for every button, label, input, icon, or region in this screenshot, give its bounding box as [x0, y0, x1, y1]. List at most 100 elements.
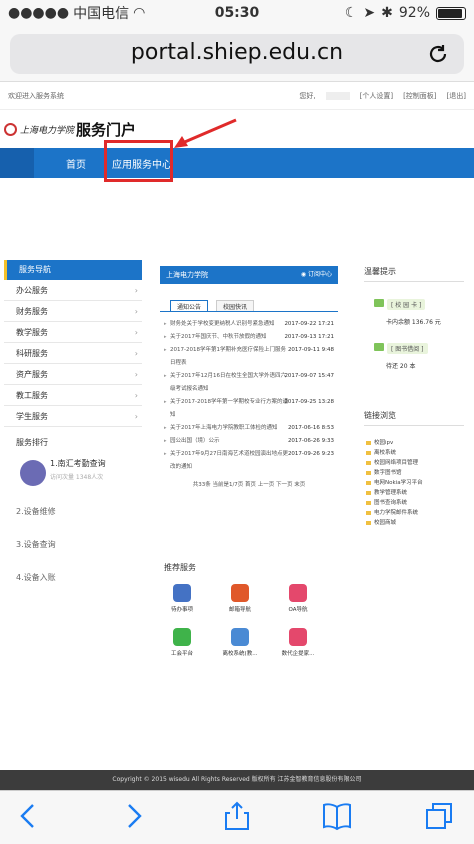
- battery-icon: [436, 6, 466, 20]
- rank-item-name: 1.南汇考勤查询: [50, 459, 106, 468]
- news-date: 2017-09-11 9:48: [287, 347, 334, 353]
- bookmarks-icon[interactable]: [322, 801, 352, 831]
- sidebar-item-label: 学生服务: [16, 412, 48, 421]
- app-tile[interactable]: 邮箱导航: [218, 584, 262, 613]
- app-name: 邮箱导航: [228, 607, 251, 613]
- campus-card[interactable]: [ 校 园 卡 ] 卡内余额 136.76 元: [364, 292, 464, 326]
- campus-card-label: [ 校 园 卡 ]: [387, 299, 426, 310]
- app-tile[interactable]: OA导航: [276, 584, 320, 613]
- tab-campus-news[interactable]: 校园快讯: [216, 300, 255, 311]
- chevron-right-icon: ›: [134, 412, 138, 421]
- link-item[interactable]: 校园商城: [364, 518, 464, 528]
- news-item[interactable]: 2017-2018学年第1学期补充医疗保险上门服务日程表2017-09-11 9…: [164, 344, 334, 370]
- app-icon: [173, 628, 191, 646]
- sidebar-item-research[interactable]: 科研服务 ›: [4, 343, 142, 364]
- rank-item-1[interactable]: 1.南汇考勤查询 访问次量 1348人次: [4, 458, 142, 496]
- sidebar-item-label: 教学服务: [16, 328, 48, 337]
- link-item[interactable]: 图书查询系统: [364, 498, 464, 508]
- sidebar-item-teaching[interactable]: 教学服务 ›: [4, 322, 142, 343]
- news-item[interactable]: 关于2017年9月27日南海艺术道校园演出地点更改的通知2017-09-26 9…: [164, 448, 334, 474]
- news-item[interactable]: 关于2017年上海电力学院教职工体检的通知 2017-06-16 8:53: [164, 422, 334, 435]
- app-tile[interactable]: 离校系统(教...: [218, 628, 262, 657]
- news-date: 2017-09-13 17:21: [284, 334, 334, 340]
- card-icon: [374, 298, 384, 307]
- sidebar-title: 服务导航: [4, 260, 142, 280]
- sidebar-item-label: 资产服务: [16, 370, 48, 379]
- attendance-icon: [20, 460, 46, 486]
- news-item[interactable]: 关于2017年12月16日在校生全国大学外语四六级考试报名通知2017-09-0…: [164, 370, 334, 396]
- nav-left-accent: [0, 148, 34, 178]
- nav-home[interactable]: 首页: [66, 156, 86, 171]
- rank-item-4[interactable]: 4.设备入账: [4, 572, 142, 583]
- news-panel: 上海电力学院 ◉ 订阅中心 通知公告 校园快讯 财务处关于学校变更纳税人识别号紧…: [160, 266, 338, 657]
- app-name: 数代企提家...: [281, 651, 315, 657]
- app-tile[interactable]: 数代企提家...: [276, 628, 320, 657]
- sidebar-item-label: 科研服务: [16, 349, 48, 358]
- annotation-arrow-icon: [174, 118, 237, 148]
- link-item[interactable]: 电力学院邮件系统: [364, 508, 464, 518]
- chevron-right-icon: ›: [134, 391, 138, 400]
- link-item[interactable]: 离校系统: [364, 448, 464, 458]
- rank-item-2[interactable]: 2.设备维修: [4, 506, 142, 517]
- school-name: 上海电力学院: [20, 125, 75, 136]
- link-item[interactable]: 教学管理系统: [364, 488, 464, 498]
- sidebar-item-student[interactable]: 学生服务 ›: [4, 406, 142, 427]
- chevron-right-icon: ›: [134, 286, 138, 295]
- browser-toolbar: [0, 790, 474, 844]
- tabs-icon[interactable]: [424, 801, 454, 831]
- subscribe-link[interactable]: ◉ 订阅中心: [301, 266, 332, 284]
- chevron-right-icon: ›: [134, 349, 138, 358]
- greeting-text: 您好,: [299, 91, 316, 100]
- app-icon: [289, 584, 307, 602]
- portal-title: 服务门户: [76, 120, 137, 139]
- sidebar-item-office[interactable]: 办公服务 ›: [4, 280, 142, 301]
- chevron-right-icon: ›: [134, 328, 138, 337]
- news-item[interactable]: 财务处关于学校变更纳税人识别号紧急通知 2017-09-22 17:21: [164, 318, 334, 331]
- news-header: 上海电力学院 ◉ 订阅中心: [160, 266, 338, 284]
- news-item[interactable]: 园公出国（境）公示 2017-06-26 9:33: [164, 435, 334, 448]
- library-card[interactable]: [ 图书借阅 ] 待还 20 本: [364, 336, 464, 370]
- school-seal-icon: [4, 122, 17, 136]
- link-settings[interactable]: [个人设置]: [360, 91, 393, 101]
- share-icon[interactable]: [222, 801, 252, 831]
- news-list: 财务处关于学校变更纳税人识别号紧急通知 2017-09-22 17:21 关于201…: [160, 318, 338, 474]
- news-pager[interactable]: 共33条 当前是1/7页 首页 上一页 下一页 末页: [160, 480, 338, 488]
- address-field[interactable]: portal.shiep.edu.cn: [10, 34, 464, 74]
- link-control-panel[interactable]: [控制面板]: [403, 91, 436, 101]
- link-item[interactable]: 校园ipv: [364, 438, 464, 448]
- sidebar-item-staff[interactable]: 教工服务 ›: [4, 385, 142, 406]
- library-due: 待还 20 本: [386, 363, 416, 370]
- web-page: 欢迎进入服务系统 您好, [个人设置] [控制面板] [退出] 上海电力学院 服…: [0, 82, 474, 790]
- tab-notices[interactable]: 通知公告: [170, 300, 209, 311]
- welcome-text: 欢迎进入服务系统: [8, 91, 64, 100]
- forward-icon[interactable]: [118, 801, 148, 831]
- links-title: 链接浏览: [364, 410, 464, 426]
- service-sidebar: 服务导航 办公服务 › 财务服务 › 教学服务 › 科研服务 › 资产服务 › 教工服务 ›…: [4, 260, 142, 583]
- rank-item-3[interactable]: 3.设备查询: [4, 539, 142, 550]
- sidebar-item-assets[interactable]: 资产服务 ›: [4, 364, 142, 385]
- back-icon[interactable]: [14, 801, 44, 831]
- tips-title: 温馨提示: [364, 266, 464, 282]
- app-icon: [289, 628, 307, 646]
- book-icon: [374, 342, 384, 351]
- bluetooth-icon: ✱: [381, 5, 393, 21]
- app-icon: [231, 628, 249, 646]
- link-item[interactable]: 数字图书馆: [364, 468, 464, 478]
- news-date: 2017-06-16 8:53: [287, 425, 334, 431]
- link-item[interactable]: 校园网络项目管理: [364, 458, 464, 468]
- reload-icon[interactable]: [426, 42, 450, 66]
- news-item[interactable]: 关于2017年国庆节、中秋节放假的通知 2017-09-13 17:21: [164, 331, 334, 344]
- app-tile[interactable]: 待办事项: [160, 584, 204, 613]
- app-tile[interactable]: 工会平台: [160, 628, 204, 657]
- news-header-title: 上海电力学院: [166, 271, 208, 279]
- news-date: 2017-09-25 13:28: [284, 399, 334, 405]
- app-name: OA导航: [288, 607, 308, 613]
- link-item[interactable]: 电网Nokia学习平台: [364, 478, 464, 488]
- signal-icon: ●●●●●: [8, 5, 70, 21]
- app-icon: [173, 584, 191, 602]
- sidebar-item-finance[interactable]: 财务服务 ›: [4, 301, 142, 322]
- url-text: portal.shiep.edu.cn: [130, 40, 344, 65]
- username-placeholder: [325, 91, 350, 100]
- link-logout[interactable]: [退出]: [447, 91, 466, 101]
- news-item[interactable]: 关于2017-2018学年第一学期校专业行方案的通知2017-09-25 13:…: [164, 396, 334, 422]
